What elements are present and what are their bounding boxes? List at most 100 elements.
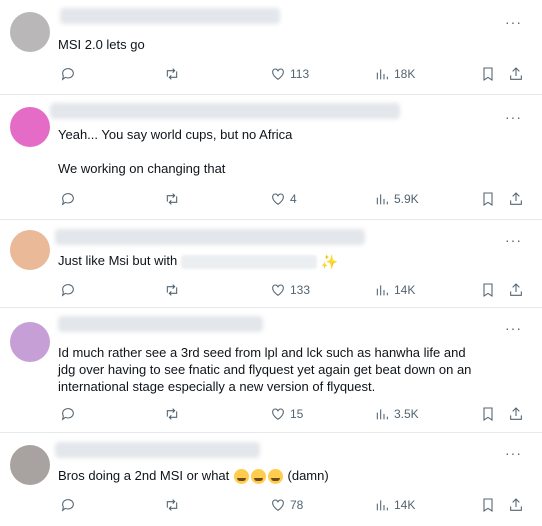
more-options-button[interactable]: ··· (505, 109, 522, 125)
reply-button[interactable] (60, 282, 76, 298)
views-icon (376, 500, 388, 511)
post-5[interactable]: ··· Bros doing a 2nd MSI or what (damn) … (0, 433, 542, 526)
repost-button[interactable] (164, 406, 180, 422)
bookmark-button[interactable] (480, 497, 496, 513)
views-button[interactable]: 5.9K (374, 191, 419, 207)
avatar[interactable] (10, 322, 50, 362)
views-button[interactable]: 14K (374, 282, 415, 298)
post-text-line: Just like Msi but with (58, 253, 178, 268)
more-options-button[interactable]: ··· (505, 232, 522, 248)
like-icon (272, 68, 284, 80)
bookmark-icon (483, 283, 493, 297)
like-count: 78 (290, 498, 304, 512)
avatar[interactable] (10, 107, 50, 147)
post-1[interactable]: ··· MSI 2.0 lets go 113 18K (0, 0, 542, 95)
author-name-redacted (60, 8, 280, 24)
sparkles-icon: ✨ (320, 253, 338, 270)
like-count: 4 (290, 192, 297, 206)
like-button[interactable]: 4 (270, 191, 297, 207)
author-name-redacted (55, 229, 365, 245)
views-button[interactable]: 18K (374, 66, 415, 82)
post-text-line: Bros doing a 2nd MSI or what (58, 468, 230, 483)
action-bar: 15 3.5K (60, 406, 530, 424)
crying-face-emoji-icon (267, 469, 283, 485)
bookmark-button[interactable] (480, 282, 496, 298)
avatar[interactable] (10, 445, 50, 485)
reply-icon (61, 284, 74, 297)
share-icon (510, 283, 522, 296)
repost-button[interactable] (164, 497, 180, 513)
repost-icon (166, 193, 178, 205)
crying-face-emoji-icon (233, 469, 249, 485)
post-3[interactable]: ··· Just like Msi but with ✨ 133 14K (0, 220, 542, 308)
views-icon (376, 285, 388, 296)
share-button[interactable] (508, 191, 524, 207)
more-options-button[interactable]: ··· (505, 14, 522, 30)
repost-button[interactable] (164, 191, 180, 207)
view-count: 5.9K (394, 192, 419, 206)
like-icon (272, 284, 284, 296)
post-text: Yeah... You say world cups, but no Afric… (58, 127, 528, 195)
more-options-button[interactable]: ··· (505, 445, 522, 461)
view-count: 18K (394, 67, 416, 81)
like-button[interactable]: 113 (270, 66, 309, 82)
view-count: 3.5K (394, 407, 419, 421)
views-button[interactable]: 14K (374, 497, 415, 513)
avatar[interactable] (10, 12, 50, 52)
post-text-suffix: (damn) (287, 468, 329, 483)
post-text-line: We working on changing that (58, 161, 226, 176)
bookmark-button[interactable] (480, 406, 496, 422)
views-icon (376, 194, 388, 205)
like-button[interactable]: 15 (270, 406, 303, 422)
like-button[interactable]: 133 (270, 282, 310, 298)
post-text-line: Yeah... You say world cups, but no Afric… (58, 127, 293, 142)
repost-button[interactable] (164, 282, 180, 298)
post-text: MSI 2.0 lets go (58, 37, 528, 53)
post-4[interactable]: ··· Id much rather see a 3rd seed from l… (0, 308, 542, 433)
share-icon (510, 498, 522, 511)
bookmark-icon (483, 67, 493, 81)
crying-face-emoji-icon (250, 469, 266, 485)
reply-icon (61, 68, 74, 81)
share-button[interactable] (508, 66, 524, 82)
view-count: 14K (394, 283, 416, 297)
repost-button[interactable] (164, 66, 180, 82)
avatar[interactable] (10, 230, 50, 270)
reply-icon (61, 408, 74, 421)
reply-icon (61, 193, 74, 206)
view-count: 14K (394, 498, 416, 512)
bookmark-icon (483, 192, 493, 206)
repost-icon (166, 408, 178, 420)
like-button[interactable]: 78 (270, 497, 303, 513)
reply-button[interactable] (60, 406, 76, 422)
like-count: 133 (290, 283, 311, 297)
author-name-redacted (55, 442, 260, 458)
repost-icon (166, 499, 178, 511)
bookmark-button[interactable] (480, 66, 496, 82)
like-count: 113 (290, 67, 310, 81)
reply-button[interactable] (60, 66, 76, 82)
like-icon (272, 499, 284, 511)
share-button[interactable] (508, 282, 524, 298)
like-icon (272, 193, 284, 205)
repost-icon (166, 68, 178, 80)
share-button[interactable] (508, 406, 524, 422)
reply-icon (61, 499, 74, 512)
post-2[interactable]: ··· Yeah... You say world cups, but no A… (0, 95, 542, 220)
share-button[interactable] (508, 497, 524, 513)
post-text-line: MSI 2.0 lets go (58, 37, 145, 52)
post-text-line: Id much rather see a 3rd seed from lpl a… (58, 345, 472, 394)
author-name-redacted (58, 316, 263, 332)
reply-button[interactable] (60, 497, 76, 513)
more-options-button[interactable]: ··· (505, 320, 522, 336)
action-bar: 133 14K (60, 282, 530, 300)
share-icon (510, 192, 522, 205)
action-bar: 78 14K (60, 497, 530, 515)
views-button[interactable]: 3.5K (374, 406, 419, 422)
like-count: 15 (290, 407, 304, 421)
bookmark-icon (483, 498, 493, 512)
bookmark-button[interactable] (480, 191, 496, 207)
reply-button[interactable] (60, 191, 76, 207)
bookmark-icon (483, 407, 493, 421)
author-name-redacted (50, 103, 400, 119)
